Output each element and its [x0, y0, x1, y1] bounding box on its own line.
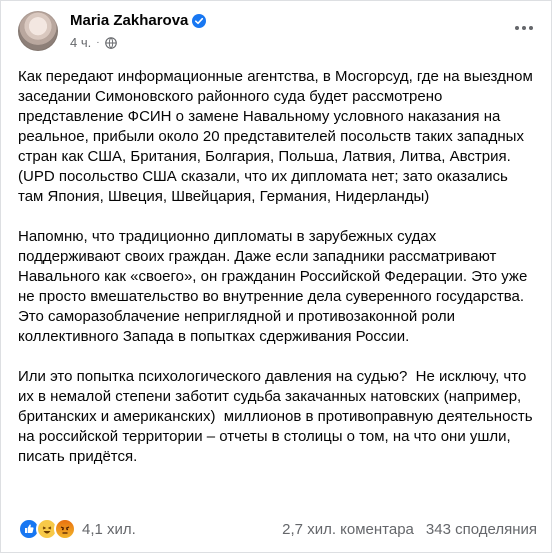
- reactions-count[interactable]: 4,1 хил.: [82, 521, 136, 538]
- post-meta: 4 ч. ·: [70, 35, 117, 51]
- post-content: Как передают информационные агентства, в…: [18, 67, 537, 467]
- post-paragraph: Как передают информационные агентства, в…: [18, 68, 537, 205]
- avatar[interactable]: [18, 11, 58, 51]
- globe-icon[interactable]: [104, 37, 117, 49]
- post-timestamp[interactable]: 4 ч.: [70, 35, 91, 51]
- angry-glyph: [60, 526, 70, 534]
- author-row: Maria Zakharova: [70, 12, 207, 30]
- post-footer: 4,1 хил. 2,7 хил. коментара 343 споделян…: [18, 517, 537, 541]
- post-paragraph: Напомню, что традиционно дипломаты в зар…: [18, 228, 532, 345]
- post-card: Maria Zakharova 4 ч. · Как передают инфо…: [0, 0, 552, 553]
- separator-dot: ·: [96, 37, 100, 48]
- more-options-button[interactable]: [509, 13, 539, 43]
- post-header: Maria Zakharova 4 ч. ·: [18, 11, 539, 61]
- more-dot: [529, 26, 533, 30]
- reactions-summary[interactable]: 4,1 хил.: [18, 518, 136, 540]
- shares-count[interactable]: 343 споделяния: [426, 521, 537, 538]
- author-name[interactable]: Maria Zakharova: [70, 12, 188, 30]
- post-stats: 2,7 хил. коментара 343 споделяния: [282, 521, 537, 538]
- more-dot: [522, 26, 526, 30]
- verified-icon: [192, 14, 207, 28]
- angry-icon: [54, 518, 76, 540]
- comments-count[interactable]: 2,7 хил. коментара: [282, 521, 414, 538]
- more-dot: [515, 26, 519, 30]
- post-paragraph: Или это попытка психологического давлени…: [18, 368, 537, 465]
